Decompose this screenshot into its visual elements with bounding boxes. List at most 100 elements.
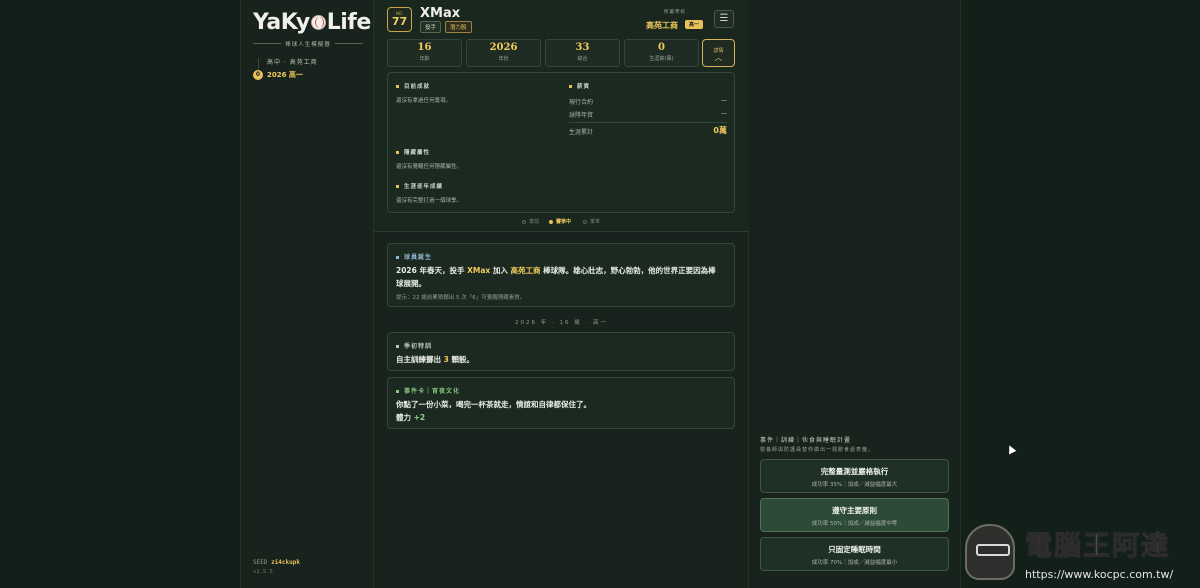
effect-label: 體力 [396, 413, 414, 422]
stage-current[interactable]: 2026 高一 [267, 70, 303, 80]
menu-button[interactable]: ☰ [714, 10, 734, 28]
achievements-text: 還沒有拿過任何獎項。 [396, 98, 452, 104]
logo-text-right: Life [326, 10, 372, 35]
main-column: NO. 77 XMax 投手 潛力股 所屬學校 高苑工商 高一 ☰ 16 年齡 … [374, 0, 749, 588]
watermark: 電腦王阿達 https://www.kocpc.com.tw/ [965, 520, 1197, 586]
app-logo: YaKy Life [253, 10, 371, 35]
school-name: 高苑工商 [646, 21, 678, 30]
stat-age: 16 年齡 [387, 39, 462, 67]
choice-option-strict[interactable]: 完整量測並嚴格執行 成功率 35%｜加成／減益幅度最大 [760, 459, 949, 493]
salary-divider [569, 122, 727, 123]
logo-text-left: YaKy [253, 10, 310, 35]
player-header: NO. 77 XMax 投手 潛力股 所屬學校 高苑工商 高一 ☰ 16 年齡 … [374, 0, 749, 232]
stat-label: 生涯薪(萬) [649, 56, 674, 62]
school-highlight: 高苑工商 [510, 266, 541, 275]
story-text: 自主訓練擲出 [396, 355, 444, 364]
story-text: 棒球隊。雄心壯志，野心勃勃，他的世界正要因為棒 [540, 266, 716, 275]
choice-panel: 事件｜訓練｜伙食與睡眠計畫 營養師與防護員替你做出一週飲食處表籤。 完整量測並嚴… [749, 0, 961, 588]
stat-value: 16 [417, 42, 432, 53]
player-name: XMax [420, 6, 461, 21]
phase-dot-icon [549, 219, 553, 224]
details-panel: 目前成就 還沒有拿過任何獎項。 薪資 現行合約 — 球隊年資 — 生涯累計 0萬 隱藏… [387, 72, 735, 213]
phase-dot-icon [522, 219, 526, 224]
story-text: 你點了一份小菜，喝完一杯茶就走，情誼和自律都保住了。 [396, 400, 591, 409]
card-body: 你點了一份小菜，喝完一杯茶就走，情誼和自律都保住了。 體力 +2 [396, 398, 591, 424]
event-card: 事件卡｜宵夜文化 你點了一份小菜，喝完一杯茶就走，情誼和自律都保住了。 體力 +2 [387, 377, 735, 429]
story-text: 顆骰。 [448, 355, 474, 364]
tenure-value: — [721, 110, 727, 117]
stat-label: 年齡 [419, 56, 430, 62]
choice-subheading: 營養師與防護員替你做出一週飲食處表籤。 [760, 447, 875, 453]
story-text: 加入 [490, 266, 511, 275]
contract-row: 現行合約 — [569, 97, 727, 106]
watermark-title: 電腦王阿達 [1025, 531, 1170, 563]
app-subtitle: 棒球人生模擬器 [253, 40, 363, 48]
career-record-title: 生涯逐年成績 [396, 182, 443, 190]
story-text: 2026 年春天，投手 [396, 266, 468, 275]
jersey-number: 77 [391, 15, 408, 28]
player-name-highlight: XMax [467, 266, 491, 275]
career-total-row: 生涯累計 0萬 [569, 126, 727, 136]
choice-option-main-principles[interactable]: 遵守主要原則 成功率 50%｜加成／減益幅度中等 [760, 498, 949, 532]
potential-tag: 潛力股 [445, 21, 472, 33]
stage-label: 高中 · 高苑工商 [267, 59, 318, 66]
seed-display: SEED zi4ckupk [253, 559, 300, 566]
position-tag: 投手 [420, 21, 442, 33]
stat-value: 33 [575, 42, 590, 53]
awakening-hint: 提示：22 歲前累積擲出 5 次「6」可覺醒隱藏素質。 [396, 295, 526, 301]
jersey-number-box: NO. 77 [387, 7, 412, 32]
phase-midseason: 賽季中 [549, 218, 571, 225]
mascot-icon [965, 524, 1015, 580]
training-card: 季初特訓 自主訓練擲出 3 顆骰。 [387, 332, 735, 371]
stat-value: 2026 [489, 42, 518, 53]
phase-dot-icon [583, 219, 587, 224]
achievements-title: 目前成就 [396, 82, 430, 90]
stat-label: 年份 [498, 56, 509, 62]
card-body: 自主訓練擲出 3 顆骰。 [396, 353, 474, 366]
phase-preseason: 季前 [522, 218, 539, 225]
phase-endseason: 季末 [583, 218, 600, 225]
choice-subtitle: 成功率 35%｜加成／減益幅度最大 [811, 482, 898, 488]
choice-title: 完整量測並嚴格執行 [820, 467, 889, 476]
choice-heading: 事件｜訓練｜伙食與睡眠計畫 [760, 437, 852, 444]
card-title: 球員誕生 [396, 252, 432, 261]
baseball-icon [310, 15, 326, 30]
seed-label: SEED [253, 559, 268, 566]
stat-career-salary: 0 生涯薪(萬) [624, 39, 699, 67]
player-birth-card: 球員誕生 2026 年春天，投手 XMax 加入 高苑工商 棒球隊。雄心壯志，野… [387, 243, 735, 307]
story-text: 球展開。 [396, 279, 426, 288]
details-toggle-button[interactable]: 詳情 ︿ [702, 39, 735, 67]
choice-option-sleep-only[interactable]: 只固定睡眠時間 成功率 70%｜加成／減益幅度最小 [760, 537, 949, 571]
phase-label: 賽季中 [556, 219, 572, 225]
contract-label: 現行合約 [569, 99, 594, 106]
contract-value: — [721, 97, 727, 104]
date-separator: 2026 年 · 16 歲 · 高一 [515, 320, 608, 326]
choice-subtitle: 成功率 50%｜加成／減益幅度中等 [811, 521, 898, 527]
mouse-cursor-icon [1005, 443, 1017, 455]
choice-title: 遵守主要原則 [832, 506, 877, 515]
hidden-attributes-title: 隱藏屬性 [396, 148, 430, 156]
career-record-text: 還沒有完整打過一個球季。 [396, 198, 463, 204]
choice-title: 只固定睡眠時間 [828, 545, 881, 554]
career-total-label: 生涯累計 [569, 129, 594, 136]
watermark-url: https://www.kocpc.com.tw/ [1025, 568, 1174, 581]
phase-label: 季末 [590, 219, 601, 225]
effect-value: +2 [413, 413, 426, 422]
card-title: 事件卡｜宵夜文化 [396, 386, 460, 395]
stat-label: 綜合 [577, 56, 588, 62]
version-label: v1.5.5 [253, 569, 273, 575]
stat-year: 2026 年份 [466, 39, 541, 67]
choice-subtitle: 成功率 70%｜加成／減益幅度最小 [811, 560, 898, 566]
stage-dot: 0 [253, 70, 263, 80]
phase-label: 季前 [529, 219, 540, 225]
card-title: 季初特訓 [396, 341, 432, 350]
tenure-label: 球隊年資 [569, 112, 594, 119]
salary-title: 薪資 [569, 82, 590, 90]
stat-overall: 33 綜合 [545, 39, 620, 67]
tenure-row: 球隊年資 — [569, 110, 727, 119]
hidden-attributes-text: 還沒有覺醒任何隱藏屬性。 [396, 164, 463, 170]
sidebar: YaKy Life 棒球人生模擬器 高中 · 高苑工商 0 2026 高一 SEE… [241, 0, 374, 588]
game-app: YaKy Life 棒球人生模擬器 高中 · 高苑工商 0 2026 高一 SEE… [240, 0, 961, 588]
school-caption: 所屬學校 [664, 10, 686, 15]
card-body: 2026 年春天，投手 XMax 加入 高苑工商 棒球隊。雄心壯志，野心勃勃，他… [396, 264, 728, 290]
